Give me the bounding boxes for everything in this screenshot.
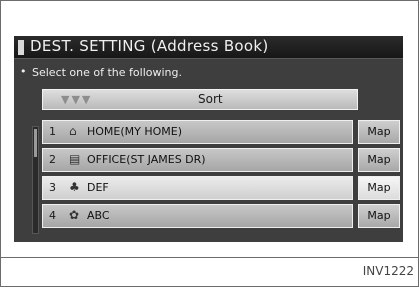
title-accent: [18, 40, 24, 55]
row-label: ABC: [87, 209, 110, 222]
map-button-2[interactable]: Map: [358, 148, 400, 172]
row-label: DEF: [87, 181, 109, 194]
address-row-abc[interactable]: 4 ✿ ABC: [42, 204, 353, 228]
office-icon: ▤: [69, 152, 81, 166]
page-title: DEST. SETTING (Address Book): [30, 37, 269, 55]
row-label: HOME(MY HOME): [87, 125, 183, 138]
house-icon: ⌂: [69, 124, 77, 138]
instruction-text: Select one of the following.: [32, 66, 182, 79]
sort-label: Sort: [198, 92, 223, 106]
scrollbar-thumb[interactable]: [34, 129, 37, 157]
caption-divider: [0, 257, 419, 258]
address-row-def[interactable]: 3 ♣ DEF: [42, 176, 353, 200]
scrollbar[interactable]: [32, 126, 39, 234]
tree-icon: ♣: [69, 180, 80, 194]
map-button-3[interactable]: Map: [358, 176, 400, 200]
sort-button[interactable]: ▼▼▼ Sort: [42, 89, 358, 110]
row-number: 2: [49, 153, 56, 166]
flower-icon: ✿: [69, 208, 80, 222]
map-button-4[interactable]: Map: [358, 204, 400, 228]
row-number: 4: [49, 209, 56, 222]
map-button-1[interactable]: Map: [358, 120, 400, 144]
sort-arrows-icon: ▼▼▼: [61, 93, 93, 106]
instruction-bullet: •: [20, 65, 27, 78]
row-label: OFFICE(ST JAMES DR): [87, 153, 206, 166]
title-bar: DEST. SETTING (Address Book): [14, 36, 403, 59]
row-number: 1: [49, 125, 56, 138]
nav-screen: DEST. SETTING (Address Book) • Select on…: [14, 36, 403, 242]
figure-code: INV1222: [362, 264, 414, 278]
address-row-office[interactable]: 2 ▤ OFFICE(ST JAMES DR): [42, 148, 353, 172]
address-row-home[interactable]: 1 ⌂ HOME(MY HOME): [42, 120, 353, 144]
row-number: 3: [49, 181, 56, 194]
